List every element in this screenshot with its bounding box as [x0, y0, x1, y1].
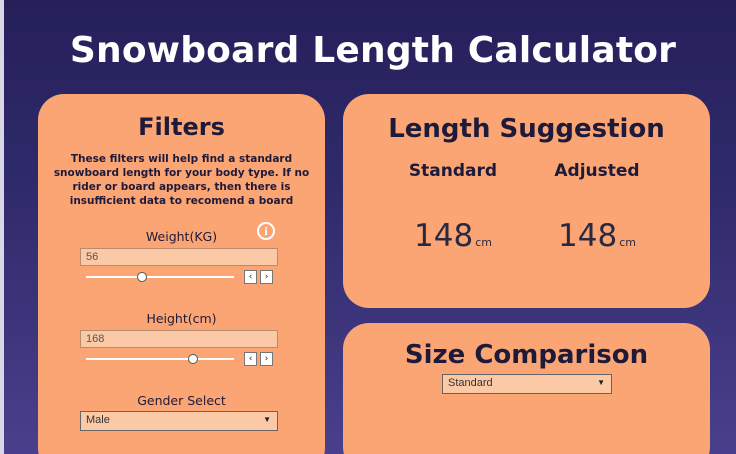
height-prev-button[interactable]: ‹: [244, 352, 257, 366]
standard-length-value: 148 cm: [393, 218, 513, 254]
height-label: Height(cm): [146, 311, 217, 326]
adjusted-label: Adjusted: [554, 161, 640, 181]
weight-prev-button[interactable]: ‹: [244, 270, 257, 284]
weight-slider-thumb[interactable]: [137, 272, 148, 282]
gender-select[interactable]: Male ▼: [80, 411, 278, 431]
page-title: Snowboard Length Calculator: [69, 30, 677, 71]
height-slider-thumb[interactable]: [187, 354, 198, 364]
standard-length-unit: cm: [475, 236, 492, 249]
standard-length-number: 148: [414, 218, 474, 254]
gender-select-value: Male: [86, 414, 110, 426]
length-suggestion-title: Length Suggestion: [388, 114, 665, 144]
adjusted-length-value: 148 cm: [537, 218, 657, 254]
size-comparison-panel: Size Comparison Standard ▼: [343, 323, 710, 454]
standard-label: Standard: [408, 161, 498, 181]
comparison-select[interactable]: Standard ▼: [442, 374, 612, 394]
adjusted-length-unit: cm: [619, 236, 636, 249]
chevron-down-icon: ▼: [597, 378, 605, 387]
weight-input[interactable]: 56: [80, 248, 278, 266]
size-comparison-title: Size Comparison: [404, 340, 649, 370]
chevron-down-icon: ▼: [263, 415, 271, 424]
filters-description: These filters will help find a standard …: [53, 153, 310, 207]
height-input[interactable]: 168: [80, 330, 278, 348]
height-next-button[interactable]: ›: [260, 352, 273, 366]
comparison-select-value: Standard: [448, 377, 493, 389]
weight-slider[interactable]: [86, 276, 234, 278]
weight-next-button[interactable]: ›: [260, 270, 273, 284]
length-suggestion-panel: Length Suggestion Standard Adjusted 148 c…: [343, 94, 710, 308]
gender-label: Gender Select: [137, 393, 226, 408]
adjusted-length-number: 148: [558, 218, 618, 254]
weight-label: Weight(KG): [145, 229, 218, 244]
height-slider[interactable]: [86, 358, 234, 360]
filters-title: Filters: [138, 113, 225, 141]
filters-panel: Filters These filters will help find a s…: [38, 94, 325, 454]
